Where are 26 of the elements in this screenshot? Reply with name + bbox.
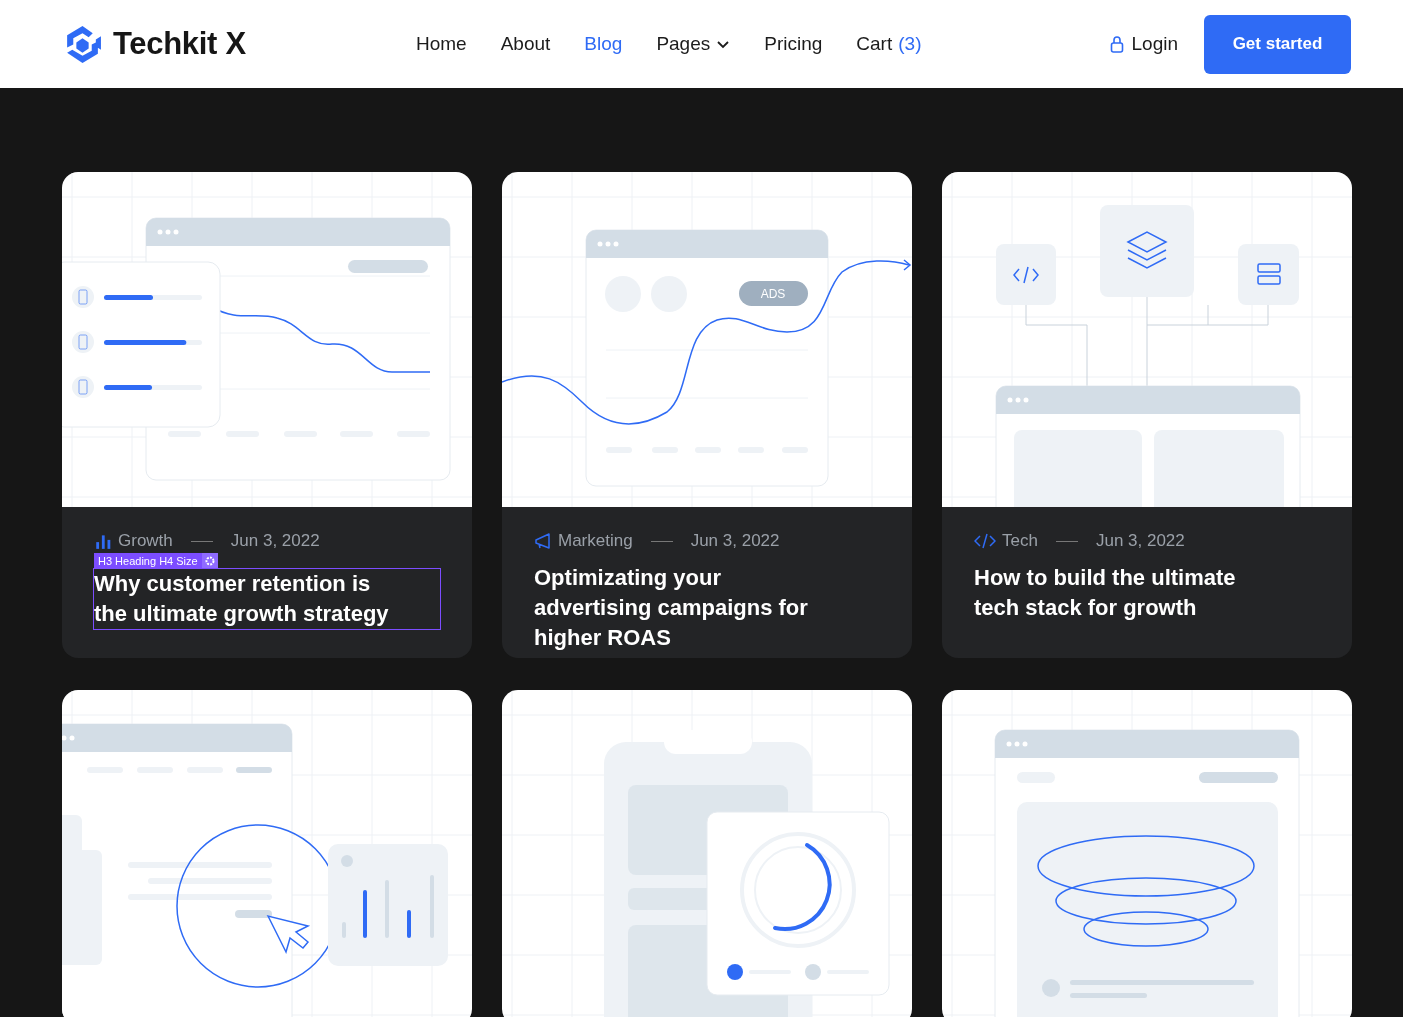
megaphone-icon [534, 532, 552, 550]
brand-name: Techkit X [113, 26, 246, 62]
post-date: Jun 3, 2022 [690, 531, 780, 551]
category-label: Tech [1002, 531, 1038, 551]
lock-icon [1109, 35, 1124, 53]
post-date: Jun 3, 2022 [1095, 531, 1185, 551]
get-started-button[interactable]: Get started [1204, 14, 1351, 74]
cart-count: (3) [898, 33, 922, 55]
badge-label: H3 Heading H4 Size [97, 555, 199, 567]
bar-chart-icon [94, 532, 112, 550]
nav-link[interactable]: About [500, 33, 551, 55]
post-title[interactable]: How to build the ultimate tech stack for growth [974, 563, 1280, 623]
nav-link[interactable]: Blog [584, 33, 623, 55]
nav-link[interactable]: Cart (3) [856, 33, 922, 55]
settings-icon[interactable] [201, 553, 218, 569]
category-label: Growth [118, 531, 173, 551]
post-title[interactable]: Why customer retention is the ultimate growth strategy [94, 569, 440, 629]
code-icon [974, 532, 996, 550]
nav-link[interactable]: Home [416, 33, 467, 55]
nav-link[interactable]: Pricing [764, 33, 823, 55]
login-link[interactable]: Login [1109, 33, 1178, 55]
post-date: Jun 3, 2022 [230, 531, 320, 551]
category-label: Marketing [558, 531, 633, 551]
post-title[interactable]: Optimizating your advertising campaigns for higher ROAS [534, 563, 840, 653]
ad-campaign-illustration-drawing: ADS [502, 172, 912, 507]
nav-link[interactable]: Pages [656, 33, 731, 55]
